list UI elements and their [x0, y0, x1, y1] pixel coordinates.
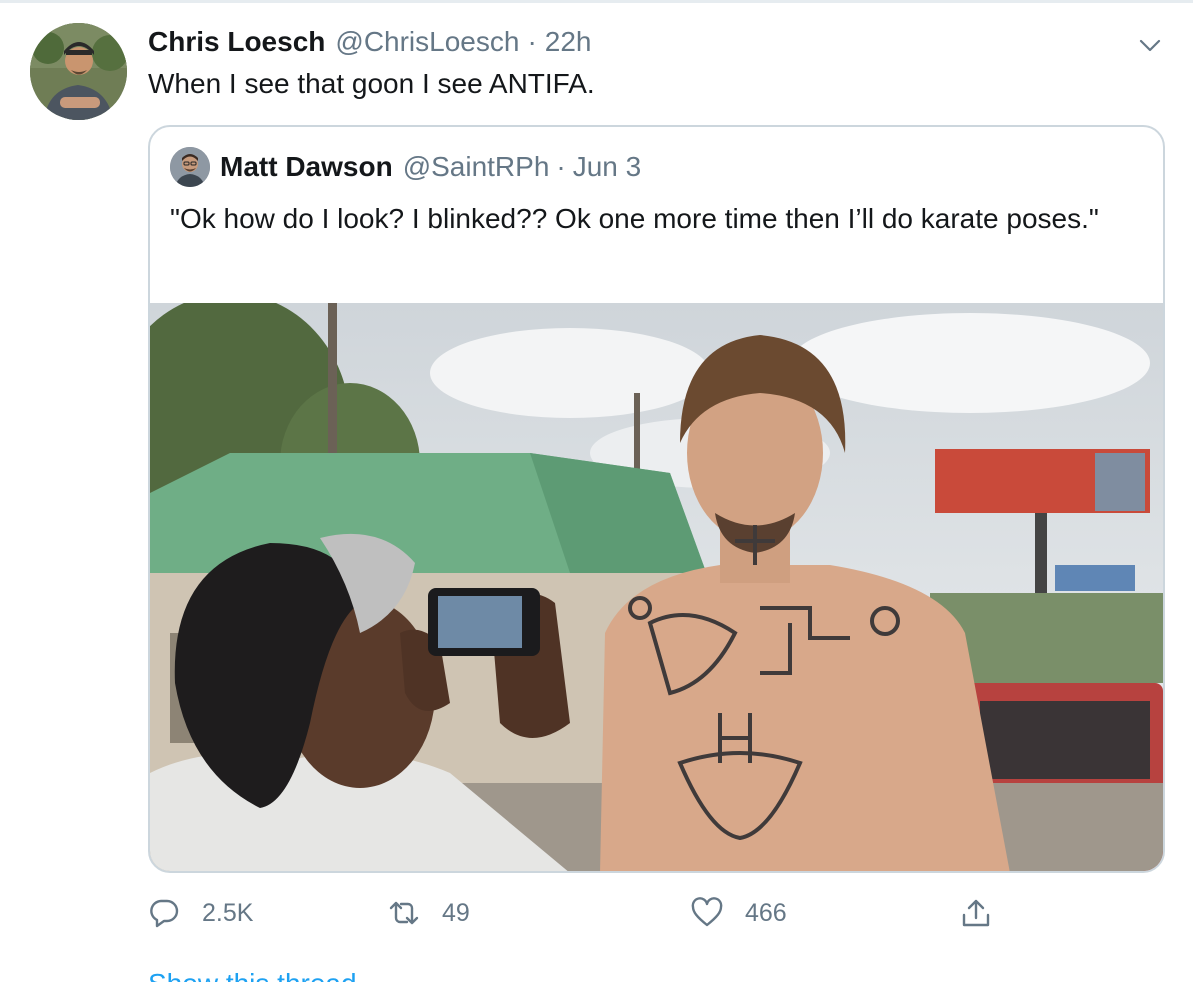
photo-pole [634, 393, 640, 473]
tweet-actions: 2.5K 49 466 [148, 893, 1018, 933]
tweet-photo[interactable] [150, 303, 1163, 873]
photo-car-window [980, 701, 1150, 779]
author-name[interactable]: Chris Loesch [148, 26, 325, 58]
tweet-timestamp[interactable]: 22h [545, 26, 592, 58]
photo-sign [1055, 565, 1135, 591]
photo-cloud [430, 328, 710, 418]
quoted-tweet-card[interactable]: Matt Dawson @SaintRPh · Jun 3 "Ok how do… [148, 125, 1165, 873]
header-separator: · [527, 26, 537, 57]
top-divider [0, 0, 1193, 3]
author-avatar-image [30, 23, 127, 120]
author-avatar[interactable] [30, 23, 127, 120]
photo-cloud [790, 313, 1150, 413]
heart-icon [691, 897, 723, 927]
tweet-text: When I see that goon I see ANTIFA. [148, 68, 595, 99]
quoted-tweet-text: "Ok how do I look? I blinked?? Ok one mo… [170, 203, 1099, 234]
photo-billboard-portrait [1095, 453, 1145, 511]
quoted-author-name[interactable]: Matt Dawson [220, 151, 393, 183]
like-button[interactable]: 466 [691, 893, 787, 933]
quoted-tweet-header: Matt Dawson @SaintRPh · Jun 3 [220, 151, 641, 183]
quoted-author-handle[interactable]: @SaintRPh [403, 151, 550, 183]
quoted-avatar-image [170, 147, 210, 187]
retweet-count: 49 [442, 898, 470, 927]
reply-count: 2.5K [202, 898, 254, 927]
share-icon [962, 899, 990, 927]
photo-phone-screen [438, 596, 522, 648]
author-handle[interactable]: @ChrisLoesch [335, 26, 519, 58]
retweet-icon [389, 901, 419, 925]
quoted-author-avatar [170, 147, 210, 187]
chevron-down-icon[interactable] [1137, 32, 1163, 58]
share-button[interactable] [960, 893, 992, 933]
quoted-tweet-date[interactable]: Jun 3 [573, 151, 642, 183]
tweet-header: Chris Loesch @ChrisLoesch · 22h [148, 26, 592, 62]
reply-button[interactable]: 2.5K [148, 893, 253, 933]
like-count: 466 [745, 898, 787, 927]
retweet-button[interactable]: 49 [388, 893, 470, 933]
reply-icon [150, 899, 179, 928]
show-thread-link[interactable]: Show this thread [148, 968, 357, 982]
quoted-header-separator: · [556, 151, 566, 182]
